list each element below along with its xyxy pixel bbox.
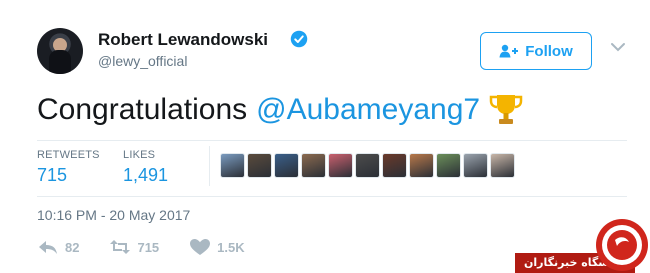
add-user-icon — [499, 44, 519, 58]
liker-avatar[interactable] — [355, 153, 380, 178]
follow-button[interactable]: Follow — [480, 32, 592, 70]
like-count: 1.5K — [217, 239, 245, 255]
verified-badge-icon — [290, 30, 308, 48]
liker-avatar[interactable] — [328, 153, 353, 178]
watermark-logo-icon — [596, 219, 648, 271]
retweet-icon — [110, 240, 131, 254]
tweet-card: Robert Lewandowski @lewy_official Follow… — [0, 0, 650, 273]
follow-button-label: Follow — [525, 42, 573, 60]
divider — [37, 196, 627, 197]
reply-action[interactable]: 82 — [37, 238, 79, 256]
retweets-label: RETWEETS — [37, 149, 100, 161]
liker-avatar[interactable] — [436, 153, 461, 178]
mention-link[interactable]: @Aubameyang7 — [256, 93, 480, 127]
tweet-actions: 82 715 1.5K — [37, 238, 275, 256]
stats-separator — [209, 146, 210, 186]
liker-avatar[interactable] — [274, 153, 299, 178]
user-handle[interactable]: @lewy_official — [98, 53, 187, 69]
liker-avatar[interactable] — [490, 153, 515, 178]
heart-icon — [190, 239, 211, 255]
chevron-down-icon[interactable] — [609, 40, 627, 54]
like-action[interactable]: 1.5K — [189, 238, 245, 256]
likes-stat[interactable]: LIKES 1,491 — [123, 149, 168, 186]
liker-avatar[interactable] — [247, 153, 272, 178]
liker-avatar[interactable] — [382, 153, 407, 178]
trophy-icon — [489, 95, 523, 124]
avatar-figure — [49, 50, 71, 74]
retweet-action[interactable]: 715 — [109, 238, 159, 256]
liker-avatar[interactable] — [301, 153, 326, 178]
liker-avatar[interactable] — [409, 153, 434, 178]
tweet-body: Congratulations — [37, 93, 248, 126]
tweet-text: Congratulations @Aubameyang7 — [37, 93, 524, 127]
liker-avatar[interactable] — [220, 153, 245, 178]
tweet-timestamp[interactable]: 10:16 PM - 20 May 2017 — [37, 207, 190, 223]
likers-avatars — [220, 153, 515, 178]
likes-label: LIKES — [123, 149, 156, 161]
retweets-stat[interactable]: RETWEETS 715 — [37, 149, 100, 186]
retweets-count: 715 — [37, 165, 68, 185]
liker-avatar[interactable] — [463, 153, 488, 178]
avatar[interactable] — [37, 28, 83, 74]
reply-icon — [39, 241, 57, 254]
likes-count: 1,491 — [123, 165, 169, 185]
reply-count: 82 — [65, 239, 80, 255]
display-name[interactable]: Robert Lewandowski — [98, 30, 268, 50]
divider — [37, 140, 627, 141]
retweet-count: 715 — [137, 239, 160, 255]
